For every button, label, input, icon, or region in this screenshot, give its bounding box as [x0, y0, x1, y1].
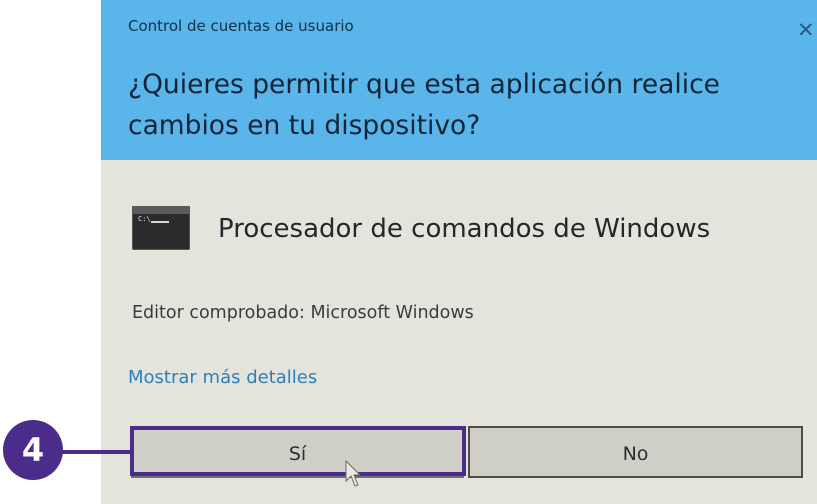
dialog-header: Control de cuentas de usuario ✕ ¿Quieres… — [101, 0, 817, 160]
mouse-pointer-icon — [345, 460, 361, 487]
callout-line — [60, 450, 132, 454]
yes-button[interactable]: Sí — [131, 426, 464, 478]
step-number-badge: 4 — [3, 420, 63, 480]
command-prompt-icon-prompt: C:\ — [138, 215, 151, 223]
dialog-title: Control de cuentas de usuario — [128, 17, 354, 35]
verified-publisher: Editor comprobado: Microsoft Windows — [132, 303, 474, 323]
uac-dialog: Control de cuentas de usuario ✕ ¿Quieres… — [101, 0, 817, 504]
command-prompt-icon-cursor — [151, 221, 169, 223]
show-more-details-link[interactable]: Mostrar más detalles — [128, 367, 317, 388]
no-button[interactable]: No — [468, 426, 803, 478]
app-name: Procesador de comandos de Windows — [218, 214, 711, 244]
command-prompt-icon-titlebar — [132, 206, 190, 214]
close-icon[interactable]: ✕ — [797, 18, 817, 42]
permission-question: ¿Quieres permitir que esta aplicación re… — [128, 69, 720, 141]
command-prompt-icon: C:\ — [132, 206, 190, 250]
app-info: C:\ Procesador de comandos de Windows — [132, 202, 792, 262]
